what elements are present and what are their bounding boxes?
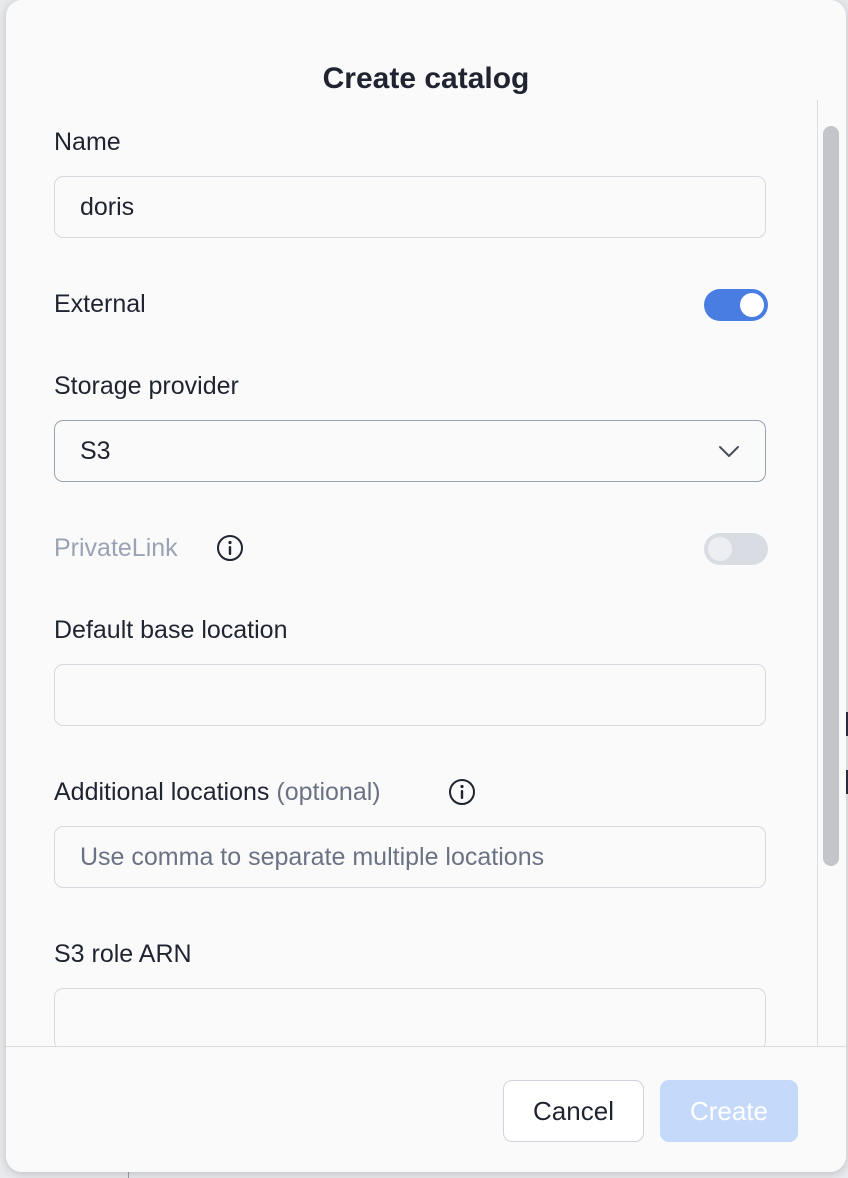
create-button[interactable]: Create [660,1080,798,1142]
name-input[interactable]: doris [54,176,766,238]
storage-provider-label: Storage provider [54,372,239,400]
chevron-down-icon [719,446,739,457]
create-catalog-dialog: Create catalog Name doris External Stora… [6,0,846,1172]
info-icon[interactable] [448,778,476,806]
additional-locations-label: Additional locations (optional) [54,778,381,807]
dialog-footer: Cancel Create [6,1046,846,1172]
storage-provider-value: S3 [80,436,111,465]
additional-locations-input[interactable]: Use comma to separate multiple locations [54,826,766,888]
scrollbar-thumb[interactable] [823,126,839,866]
scrollbar-track [817,100,818,1046]
default-base-location-label: Default base location [54,616,288,644]
s3-role-arn-label: S3 role ARN [54,940,192,968]
privatelink-label: PrivateLink [54,534,178,562]
cancel-button[interactable]: Cancel [503,1080,644,1142]
optional-hint: (optional) [276,778,381,806]
default-base-location-input[interactable] [54,664,766,726]
dialog-title: Create catalog [322,62,530,95]
s3-role-arn-input[interactable] [54,988,766,1046]
toggle-knob [708,537,732,561]
info-icon[interactable] [216,534,244,562]
dialog-form: Name doris External Storage provider S3 … [6,100,846,1046]
additional-locations-label-text: Additional locations [54,778,270,806]
external-label: External [54,290,146,318]
additional-locations-placeholder: Use comma to separate multiple locations [80,842,545,871]
name-label: Name [54,128,121,156]
privatelink-toggle[interactable] [704,533,768,565]
storage-provider-select[interactable]: S3 [54,420,766,482]
name-input-value: doris [80,192,135,221]
external-toggle[interactable] [704,289,768,321]
toggle-knob [740,293,764,317]
